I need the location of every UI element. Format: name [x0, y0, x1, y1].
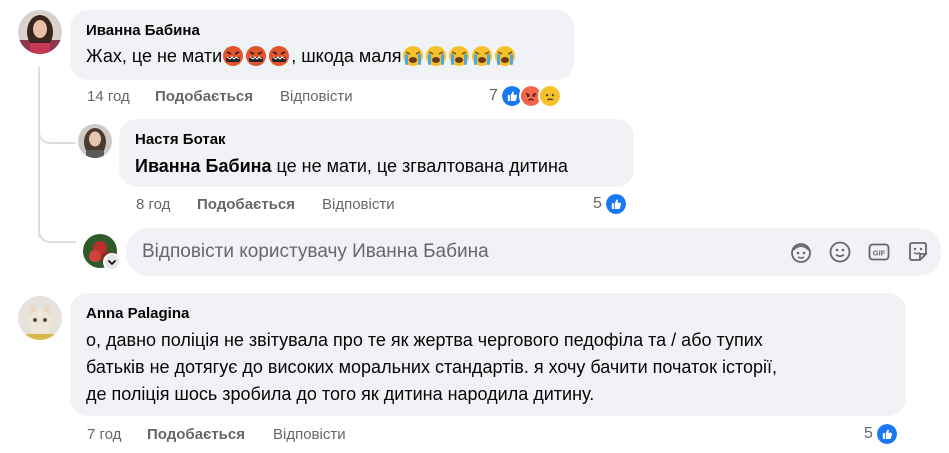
gif-icon[interactable]: GIF [867, 240, 891, 264]
comment-bubble: Иванна Бабина Жах, це не мати , шкода мал… [70, 10, 574, 80]
comment-text-line: о, давно поліція не звітувала про те як … [86, 330, 763, 350]
thread-line [38, 67, 40, 237]
comment-text-part: це не мати, це згвалтована дитина [271, 156, 568, 176]
sticker-icon[interactable] [906, 240, 930, 264]
reaction-count: 7 [489, 87, 498, 104]
comment-time[interactable]: 8 год [136, 196, 170, 213]
reply-input[interactable]: Відповісти користувачу Иванна Бабина GIF [126, 228, 941, 276]
comment-author[interactable]: Иванна Бабина [86, 22, 200, 39]
reaction-summary[interactable]: 5 [864, 422, 899, 446]
reply-button[interactable]: Відповісти [280, 88, 353, 105]
reply-input-placeholder: Відповісти користувачу Иванна Бабина [142, 241, 489, 262]
thread-connector [38, 225, 76, 243]
crying-emoji-group [402, 46, 517, 66]
angry-emoji-icon [223, 46, 244, 66]
like-reaction-icon [874, 422, 899, 446]
angry-emoji-icon [269, 46, 290, 66]
thread-connector [38, 128, 76, 144]
crying-emoji-icon [471, 46, 492, 66]
account-switch-button[interactable] [103, 253, 121, 271]
comment-author[interactable]: Anna Palagina [86, 305, 189, 322]
comment-author[interactable]: Настя Ботак [135, 131, 226, 148]
comment-text-line: батьків не дотягує до високих моральних … [86, 357, 778, 377]
comment-bubble: Настя Ботак Иванна Бабина це не мати, це… [119, 119, 634, 187]
comment-time[interactable]: 7 год [87, 426, 121, 443]
comment-text: Иванна Бабина це не мати, це згвалтована… [135, 153, 568, 179]
comment-text-part: Жах, це не мати [86, 46, 223, 66]
sad-reaction-icon [537, 84, 562, 108]
angry-emoji-icon [246, 46, 267, 66]
emoji-icon[interactable] [828, 240, 852, 264]
comment-time[interactable]: 14 год [87, 88, 130, 105]
angry-emoji-group [222, 46, 291, 66]
like-button[interactable]: Подобається [147, 426, 245, 443]
like-button[interactable]: Подобається [197, 196, 295, 213]
avatar[interactable] [18, 10, 62, 54]
comment-text-part: , шкода маля [291, 46, 402, 66]
avatar[interactable] [18, 296, 62, 340]
crying-emoji-icon [448, 46, 469, 66]
like-button[interactable]: Подобається [155, 88, 253, 105]
avatar-sticker-icon[interactable] [789, 240, 813, 264]
reply-button[interactable]: Відповісти [322, 196, 395, 213]
chevron-down-icon [107, 259, 117, 266]
reply-button[interactable]: Відповісти [273, 426, 346, 443]
reaction-summary[interactable]: 5 [593, 192, 628, 216]
like-reaction-icon [603, 192, 628, 216]
reaction-count: 5 [593, 195, 602, 212]
comment-text: Жах, це не мати , шкода маля [86, 43, 517, 69]
svg-text:GIF: GIF [873, 249, 886, 258]
crying-emoji-icon [494, 46, 515, 66]
reaction-summary[interactable]: 7 [489, 84, 562, 108]
crying-emoji-icon [402, 46, 423, 66]
comment-bubble: Anna Palagina о, давно поліція не звітув… [70, 293, 906, 416]
avatar[interactable] [78, 124, 112, 158]
reaction-count: 5 [864, 425, 873, 442]
crying-emoji-icon [425, 46, 446, 66]
comment-text-line: де поліція шось зробила до того як дитин… [86, 384, 595, 404]
mention-link[interactable]: Иванна Бабина [135, 156, 272, 176]
